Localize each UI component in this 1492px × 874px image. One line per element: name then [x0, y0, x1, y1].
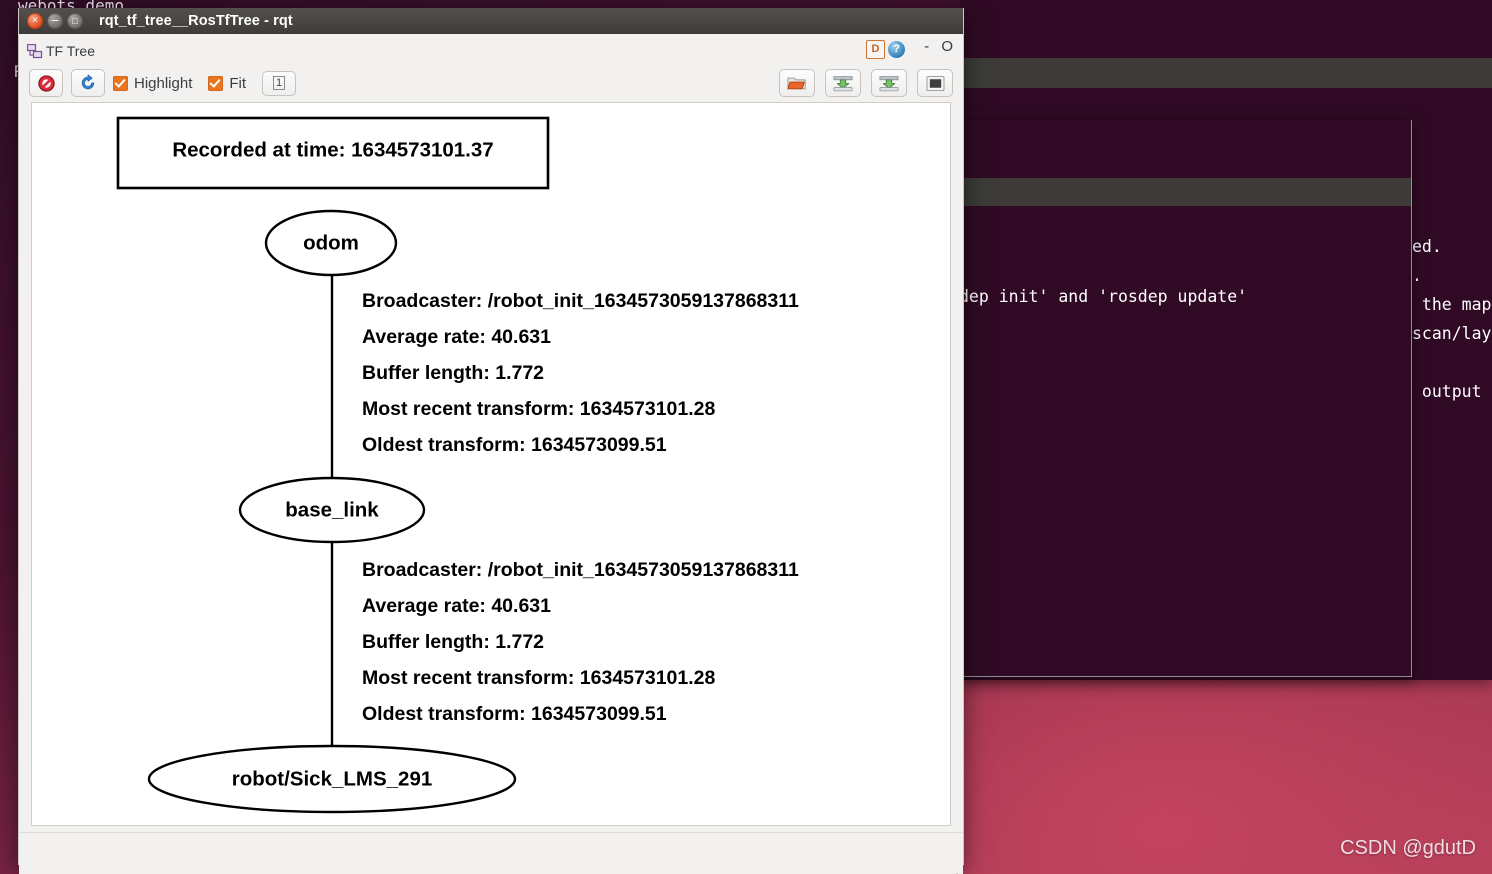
checkbox-checked-icon — [208, 75, 224, 91]
window-sub-controls[interactable]: - O — [924, 38, 957, 55]
save-image-icon — [926, 75, 944, 91]
node-sick-label: robot/Sick_LMS_291 — [232, 767, 433, 790]
terminal-right-output: ed. . the map scan/lay output — [1412, 237, 1492, 401]
edge-base-link-sick-label-2: Buffer length: 1.772 — [362, 631, 544, 653]
save-svg-icon — [879, 75, 899, 91]
open-file-button[interactable] — [779, 69, 815, 97]
terminal-window-front[interactable]: dep init' and 'rosdep update' — [958, 120, 1412, 677]
save-svg-button[interactable] — [871, 69, 907, 97]
edge-odom-base-link-label-0: Broadcaster: /robot_init_163457305913786… — [362, 290, 799, 312]
node-odom-label: odom — [303, 231, 359, 254]
refresh-icon — [81, 74, 95, 90]
stop-button[interactable] — [29, 69, 63, 97]
depth-spinbox[interactable]: 1 — [262, 70, 297, 96]
edge-base-link-sick-label-3: Most recent transform: 1634573101.28 — [362, 667, 715, 689]
edge-odom-base-link-label-3: Most recent transform: 1634573101.28 — [362, 398, 715, 420]
fit-checkbox[interactable]: Fit — [208, 75, 246, 92]
window-title: rqt_tf_tree__RosTfTree - rqt — [99, 13, 293, 29]
tf-tree-icon — [27, 43, 43, 58]
terminal-back-titlebar[interactable] — [960, 58, 1492, 88]
csdn-watermark: CSDN @gdutD — [1340, 837, 1476, 859]
recorded-time-label: Recorded at time: 1634573101.37 — [172, 138, 493, 161]
window-close-button[interactable]: × — [27, 13, 43, 29]
maximize-icon: □ — [72, 16, 78, 26]
window-titlebar[interactable]: × – □ rqt_tf_tree__RosTfTree - rqt — [19, 8, 963, 34]
highlight-label: Highlight — [134, 74, 193, 92]
open-folder-icon — [787, 77, 806, 89]
terminal-front-output: dep init' and 'rosdep update' — [959, 287, 1248, 306]
save-dot-icon — [833, 75, 853, 91]
undock-icon[interactable]: D — [866, 40, 885, 59]
edge-odom-base-link-label-4: Oldest transform: 1634573099.51 — [362, 434, 667, 456]
minimize-icon: – — [51, 12, 59, 27]
highlight-checkbox[interactable]: Highlight — [113, 75, 192, 92]
save-image-button[interactable] — [917, 69, 953, 97]
window-maximize-button[interactable]: □ — [67, 13, 83, 29]
panel-header: TF Tree D ? - O — [19, 34, 963, 64]
edge-base-link-sick-label-1: Average rate: 40.631 — [362, 595, 551, 617]
tf-tree-toolbar: Highlight Fit 1 — [19, 64, 963, 102]
terminal-front-titlebar[interactable] — [959, 178, 1411, 206]
toolbar-right-group — [779, 69, 953, 97]
status-bar — [19, 832, 963, 874]
panel-title: TF Tree — [46, 43, 96, 59]
fit-label: Fit — [229, 74, 247, 92]
tf-graph-canvas[interactable]: Recorded at time: 1634573101.37 odom Bro… — [31, 102, 951, 826]
edge-odom-base-link-label-2: Buffer length: 1.772 — [362, 362, 544, 384]
checkbox-checked-icon — [113, 75, 128, 91]
help-icon[interactable]: ? — [888, 41, 905, 58]
depth-value: 1 — [272, 76, 286, 90]
tf-tree-panel: TF Tree D ? - O Highlight Fit 1 Recorded… — [19, 34, 963, 874]
desktop-background: webots_demo R s_demo webots_ros emo robo… — [0, 0, 1492, 874]
dock-controls[interactable]: D ? — [866, 40, 905, 59]
save-dot-button[interactable] — [825, 69, 861, 97]
stop-icon — [37, 74, 55, 92]
close-icon: × — [32, 15, 38, 26]
window-minimize-button[interactable]: – — [47, 13, 63, 29]
edge-base-link-sick-label-0: Broadcaster: /robot_init_163457305913786… — [362, 559, 799, 581]
edge-odom-base-link-label-1: Average rate: 40.631 — [362, 326, 551, 348]
rqt-window[interactable]: × – □ rqt_tf_tree__RosTfTree - rqt TF Tr… — [18, 8, 964, 874]
node-base-link-label: base_link — [285, 498, 379, 521]
edge-base-link-sick-label-4: Oldest transform: 1634573099.51 — [362, 703, 667, 725]
refresh-button[interactable] — [71, 69, 105, 97]
tf-graph-svg: Recorded at time: 1634573101.37 odom Bro… — [116, 116, 799, 814]
